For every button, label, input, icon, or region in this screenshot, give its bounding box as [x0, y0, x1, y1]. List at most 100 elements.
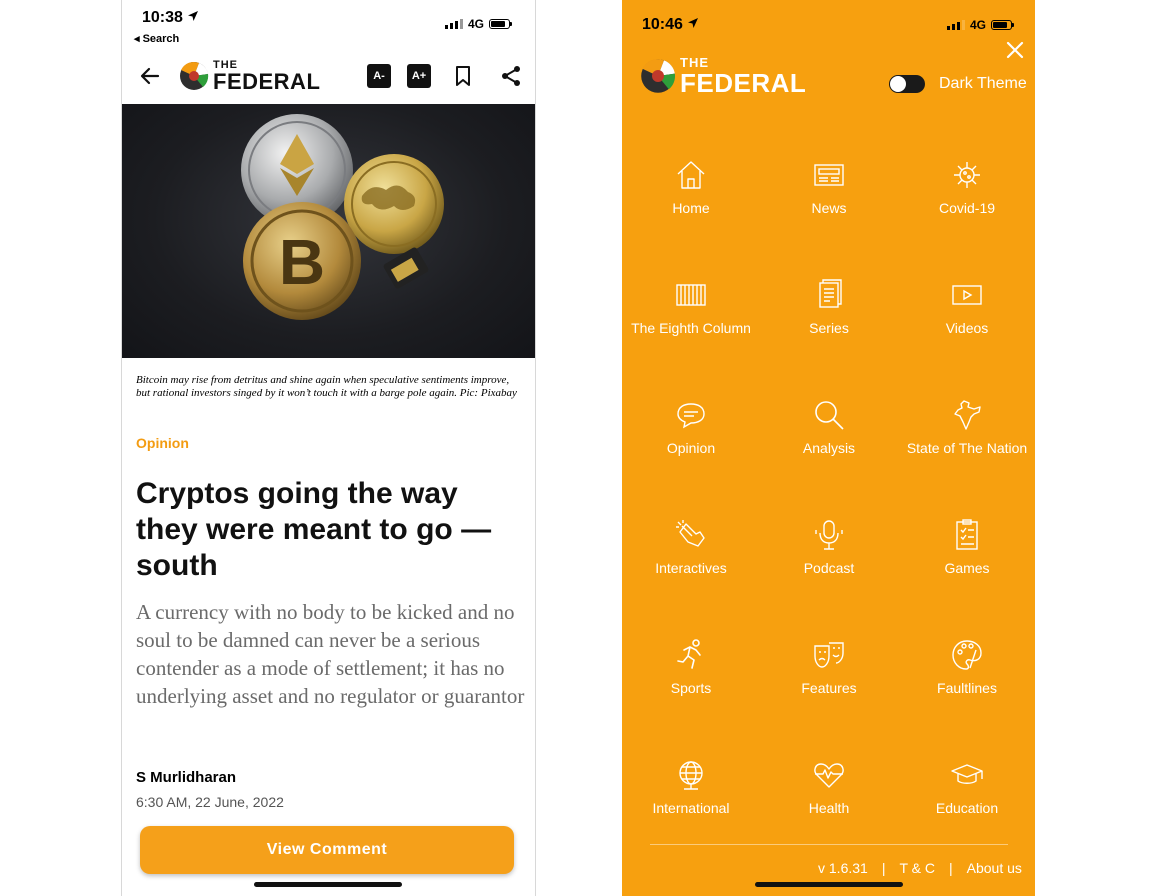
menu-item-education[interactable]: Education	[898, 758, 1035, 838]
font-decrease-button[interactable]: A-	[367, 64, 391, 88]
speech-bubble-icon	[677, 403, 705, 429]
menu-label: Interactives	[655, 560, 727, 576]
menu-label: Podcast	[803, 560, 855, 576]
video-icon	[952, 285, 982, 305]
home-icon	[677, 161, 705, 189]
footer-separator: |	[949, 860, 953, 876]
menu-item-videos[interactable]: Videos	[898, 278, 1035, 358]
virus-icon	[954, 162, 980, 188]
battery-icon	[489, 19, 513, 29]
menu-label: Sports	[670, 680, 712, 696]
theatre-masks-icon	[814, 642, 844, 668]
menu-label: The Eighth Column	[631, 320, 751, 336]
status-indicators: 4G	[445, 17, 513, 31]
dark-theme-toggle[interactable]	[889, 75, 925, 93]
signal-icon	[947, 20, 965, 30]
graduation-cap-icon	[951, 764, 983, 784]
newspaper-icon	[814, 164, 844, 186]
menu-item-home[interactable]: Home	[622, 158, 760, 238]
about-us-link[interactable]: About us	[967, 860, 1022, 876]
location-arrow-icon	[688, 18, 699, 28]
federal-logo: THE FEDERAL	[179, 59, 320, 93]
article-headline: Cryptos going the way they were meant to…	[136, 477, 492, 582]
app-version: v 1.6.31	[818, 860, 868, 876]
dark-theme-label: Dark Theme	[939, 75, 1027, 92]
menu-item-faultlines[interactable]: Faultlines	[898, 638, 1035, 718]
microphone-icon	[815, 520, 843, 550]
menu-label: State of The Nation	[906, 440, 1028, 456]
network-type: 4G	[468, 17, 485, 31]
back-to-search[interactable]: ◂ Search	[134, 32, 179, 45]
menu-screen: 10:46 4G THE FEDERAL Dark Theme Home New…	[622, 0, 1035, 896]
columns-icon	[676, 284, 706, 306]
menu-item-sports[interactable]: Sports	[622, 638, 760, 718]
menu-item-state-of-the-nation[interactable]: State of The Nation	[898, 398, 1035, 478]
menu-item-health[interactable]: Health	[760, 758, 898, 838]
footer-divider	[650, 844, 1008, 845]
palette-icon	[952, 640, 982, 670]
location-arrow-icon	[188, 11, 199, 21]
heart-pulse-icon	[814, 763, 844, 788]
article-screen: 10:38 ◂ Search 4G THE FEDERAL A- A+ B Bi…	[121, 0, 536, 896]
footer-separator: |	[881, 860, 886, 876]
menu-label: Opinion	[666, 440, 716, 456]
logo-name-text: FEDERAL	[680, 68, 807, 98]
view-comment-button[interactable]: View Comment	[140, 826, 514, 874]
signal-icon	[445, 19, 463, 29]
menu-label: Features	[801, 680, 857, 696]
article-date: 6:30 AM, 22 June, 2022	[136, 794, 284, 810]
tap-hand-icon	[676, 520, 705, 547]
back-arrow-icon[interactable]	[138, 64, 162, 88]
close-icon[interactable]	[1006, 41, 1024, 59]
menu-item-interactives[interactable]: Interactives	[622, 518, 760, 598]
font-increase-button[interactable]: A+	[407, 64, 431, 88]
federal-logo-icon	[180, 61, 209, 90]
article-summary: A currency with no body to be kicked and…	[136, 600, 525, 708]
menu-item-news[interactable]: News	[760, 158, 898, 238]
svg-text:B: B	[279, 226, 325, 298]
status-time: 10:46	[642, 16, 699, 34]
checklist-icon	[956, 519, 978, 550]
article-category[interactable]: Opinion	[136, 435, 189, 451]
federal-logo-icon	[641, 58, 675, 93]
menu-label: Games	[944, 560, 990, 576]
india-map-icon	[954, 400, 981, 430]
home-indicator[interactable]	[755, 882, 903, 887]
article-author[interactable]: S Murlidharan	[136, 769, 236, 786]
menu-item-covid-19[interactable]: Covid-19	[898, 158, 1035, 238]
menu-item-games[interactable]: Games	[898, 518, 1035, 598]
status-indicators: 4G	[947, 18, 1015, 32]
menu-item-podcast[interactable]: Podcast	[760, 518, 898, 598]
menu-label: International	[652, 800, 730, 816]
menu-item-features[interactable]: Features	[760, 638, 898, 718]
menu-footer: v 1.6.31 | T & C | About us	[818, 860, 1022, 876]
network-type: 4G	[970, 18, 987, 32]
menu-item-series[interactable]: Series	[760, 278, 898, 358]
battery-icon	[991, 20, 1015, 30]
share-icon[interactable]	[499, 64, 523, 88]
menu-label: Home	[672, 200, 710, 216]
menu-label: Series	[809, 320, 849, 336]
series-icon	[819, 279, 842, 308]
federal-logo: THE FEDERAL	[640, 55, 806, 96]
home-indicator[interactable]	[254, 882, 402, 887]
menu-label: News	[811, 200, 847, 216]
article-hero-image: B	[122, 104, 535, 358]
menu-item-the-eighth-column[interactable]: The Eighth Column	[622, 278, 760, 358]
status-time: 10:38	[142, 9, 199, 27]
magnifier-icon	[815, 401, 844, 430]
image-caption: Bitcoin may rise from detritus and shine…	[136, 374, 517, 399]
bookmark-icon[interactable]	[451, 64, 475, 88]
menu-label: Health	[808, 800, 850, 816]
menu-label: Faultlines	[937, 680, 997, 696]
menu-label: Education	[935, 800, 999, 816]
globe-icon	[679, 761, 703, 790]
menu-item-international[interactable]: International	[622, 758, 760, 838]
menu-label: Covid-19	[938, 200, 996, 216]
menu-label: Videos	[945, 320, 989, 336]
menu-item-analysis[interactable]: Analysis	[760, 398, 898, 478]
menu-item-opinion[interactable]: Opinion	[622, 398, 760, 478]
crypto-coins-image: B	[241, 114, 444, 320]
terms-link[interactable]: T & C	[899, 860, 935, 876]
menu-label: Analysis	[802, 440, 856, 456]
